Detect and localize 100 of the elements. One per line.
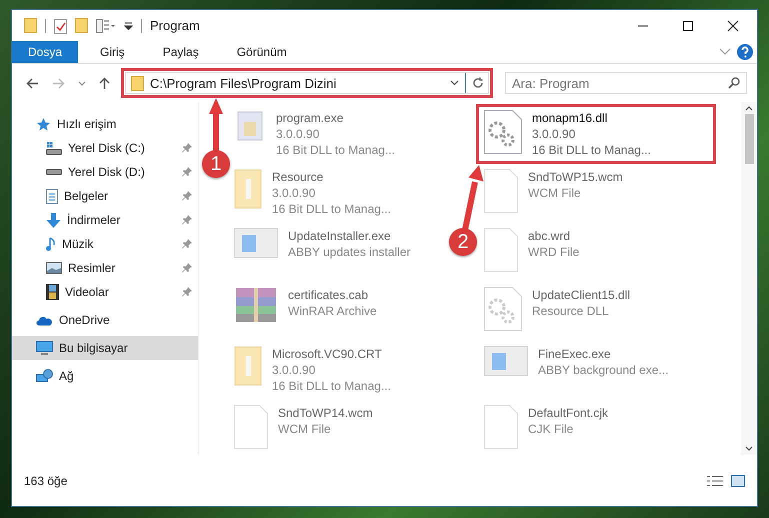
file-name: FineExec.exe bbox=[538, 346, 612, 362]
file-detail: ABBY background exe... bbox=[538, 362, 669, 378]
blank-file-icon bbox=[484, 405, 518, 449]
network-icon bbox=[36, 368, 53, 384]
file-name: program.exe bbox=[276, 110, 344, 126]
pin-icon[interactable] bbox=[182, 263, 192, 273]
folder-icon bbox=[234, 169, 262, 209]
file-item[interactable]: FineExec.exe ABBY background exe... bbox=[478, 342, 675, 398]
sidebar-item[interactable]: Bu bilgisayar bbox=[12, 336, 198, 360]
file-detail: 3.0.0.90 bbox=[272, 185, 316, 201]
properties-icon[interactable] bbox=[96, 18, 116, 32]
file-name: monapm16.dll bbox=[532, 110, 608, 126]
file-name: UpdateClient15.dll bbox=[532, 287, 630, 303]
scrollbar[interactable] bbox=[741, 102, 757, 455]
file-item[interactable]: abc.wrd WRD File bbox=[478, 224, 586, 280]
file-name: SndToWP15.wcm bbox=[528, 169, 623, 185]
large-icons-view-icon[interactable] bbox=[731, 475, 745, 487]
scroll-up-icon[interactable] bbox=[745, 106, 753, 111]
sidebar-item[interactable]: Müzik bbox=[12, 232, 198, 256]
file-item[interactable]: DefaultFont.cjk CJK File bbox=[478, 401, 614, 457]
details-view-icon[interactable] bbox=[707, 475, 723, 487]
sidebar-item[interactable]: Videolar bbox=[12, 280, 198, 304]
file-detail: WCM File bbox=[278, 421, 332, 437]
chevron-down-icon[interactable] bbox=[450, 80, 459, 86]
file-name: Microsoft.VC90.CRT bbox=[272, 346, 383, 362]
file-detail: 16 Bit DLL to Manag... bbox=[272, 201, 391, 217]
ribbon-tab[interactable]: Giriş bbox=[84, 41, 141, 63]
sidebar-item[interactable]: Resimler bbox=[12, 256, 198, 280]
archive-icon bbox=[234, 287, 278, 323]
folder-icon bbox=[234, 346, 262, 386]
callout-number: 2 bbox=[449, 228, 477, 256]
document-icon bbox=[46, 188, 58, 204]
window-title: Program bbox=[150, 18, 200, 33]
callout-arrow bbox=[209, 98, 223, 152]
window-icon bbox=[234, 228, 278, 258]
file-item[interactable]: Resource 3.0.0.90 16 Bit DLL to Manag... bbox=[228, 165, 397, 221]
sidebar-item[interactable]: Hızlı erişim bbox=[12, 112, 198, 136]
sidebar-item[interactable]: Belgeler bbox=[12, 184, 198, 208]
ribbon-tab[interactable]: Paylaş bbox=[146, 41, 215, 63]
help-icon[interactable] bbox=[737, 44, 753, 60]
file-detail: 16 Bit DLL to Manag... bbox=[276, 142, 395, 158]
music-note-icon bbox=[46, 236, 56, 252]
blank-file-icon bbox=[234, 405, 268, 449]
drive-icon bbox=[46, 169, 62, 175]
file-name: DefaultFont.cjk bbox=[528, 405, 608, 421]
up-arrow-icon[interactable] bbox=[99, 76, 110, 90]
file-detail: WCM File bbox=[528, 185, 582, 201]
pin-icon[interactable] bbox=[182, 239, 192, 249]
checklist-icon[interactable] bbox=[54, 18, 67, 34]
gear-file-icon bbox=[484, 110, 522, 154]
sidebar-item[interactable]: OneDrive bbox=[12, 308, 198, 332]
file-name: certificates.cab bbox=[288, 287, 370, 303]
file-detail: Resource DLL bbox=[532, 303, 610, 319]
scroll-down-icon[interactable] bbox=[745, 446, 753, 451]
close-icon[interactable] bbox=[727, 20, 739, 32]
file-name: abc.wrd bbox=[528, 228, 572, 244]
blank-file-icon bbox=[484, 228, 518, 272]
scrollbar-thumb[interactable] bbox=[744, 114, 754, 164]
file-detail: WinRAR Archive bbox=[288, 303, 377, 319]
picture-icon bbox=[46, 262, 62, 274]
gear-file-icon bbox=[484, 287, 522, 331]
dropdown-icon[interactable] bbox=[124, 21, 133, 30]
search-icon[interactable] bbox=[728, 77, 740, 89]
file-item[interactable]: UpdateInstaller.exe ABBY updates installer bbox=[228, 224, 417, 280]
ribbon-tab[interactable]: Dosya bbox=[12, 41, 78, 63]
file-detail: 16 Bit DLL to Manag... bbox=[272, 378, 391, 394]
down-arrow-icon bbox=[46, 212, 61, 228]
file-detail: 3.0.0.90 bbox=[532, 126, 576, 142]
pin-icon[interactable] bbox=[182, 191, 192, 201]
file-item[interactable]: program.exe 3.0.0.90 16 Bit DLL to Manag... bbox=[228, 106, 401, 162]
file-item[interactable]: SndToWP15.wcm WCM File bbox=[478, 165, 629, 221]
window-icon bbox=[484, 346, 528, 376]
blank-file-icon bbox=[484, 169, 518, 213]
ribbon-tab[interactable]: Görünüm bbox=[220, 41, 303, 63]
file-item[interactable]: certificates.cab WinRAR Archive bbox=[228, 283, 383, 339]
file-item[interactable]: monapm16.dll 3.0.0.90 16 Bit DLL to Manag... bbox=[478, 106, 714, 162]
monitor-icon bbox=[36, 341, 53, 355]
sidebar-item[interactable]: Yerel Disk (C:) bbox=[12, 136, 198, 160]
pin-icon[interactable] bbox=[182, 143, 192, 153]
pin-icon[interactable] bbox=[182, 167, 192, 177]
file-item[interactable]: SndToWP14.wcm WCM File bbox=[228, 401, 379, 457]
file-detail: 16 Bit DLL to Manag... bbox=[532, 142, 651, 158]
sidebar-item[interactable]: Ağ bbox=[12, 364, 198, 388]
file-detail: WRD File bbox=[528, 244, 580, 260]
pin-icon[interactable] bbox=[182, 287, 192, 297]
refresh-icon[interactable] bbox=[472, 77, 484, 89]
search-box[interactable]: Ara: Program bbox=[505, 72, 747, 94]
sidebar-item[interactable]: İndirmeler bbox=[12, 208, 198, 232]
film-icon bbox=[46, 284, 59, 300]
maximize-icon[interactable] bbox=[682, 20, 694, 32]
file-name: Resource bbox=[272, 169, 324, 185]
back-arrow-icon[interactable] bbox=[26, 78, 39, 88]
folder-icon bbox=[131, 76, 144, 90]
pin-icon[interactable] bbox=[182, 215, 192, 225]
file-item[interactable]: Microsoft.VC90.CRT 3.0.0.90 16 Bit DLL to Manag... bbox=[228, 342, 397, 398]
file-detail: 3.0.0.90 bbox=[276, 126, 320, 142]
sidebar-item[interactable]: Yerel Disk (D:) bbox=[12, 160, 198, 184]
drive-icon bbox=[46, 142, 62, 154]
star-icon bbox=[36, 116, 51, 132]
file-item[interactable]: UpdateClient15.dll Resource DLL bbox=[478, 283, 636, 339]
